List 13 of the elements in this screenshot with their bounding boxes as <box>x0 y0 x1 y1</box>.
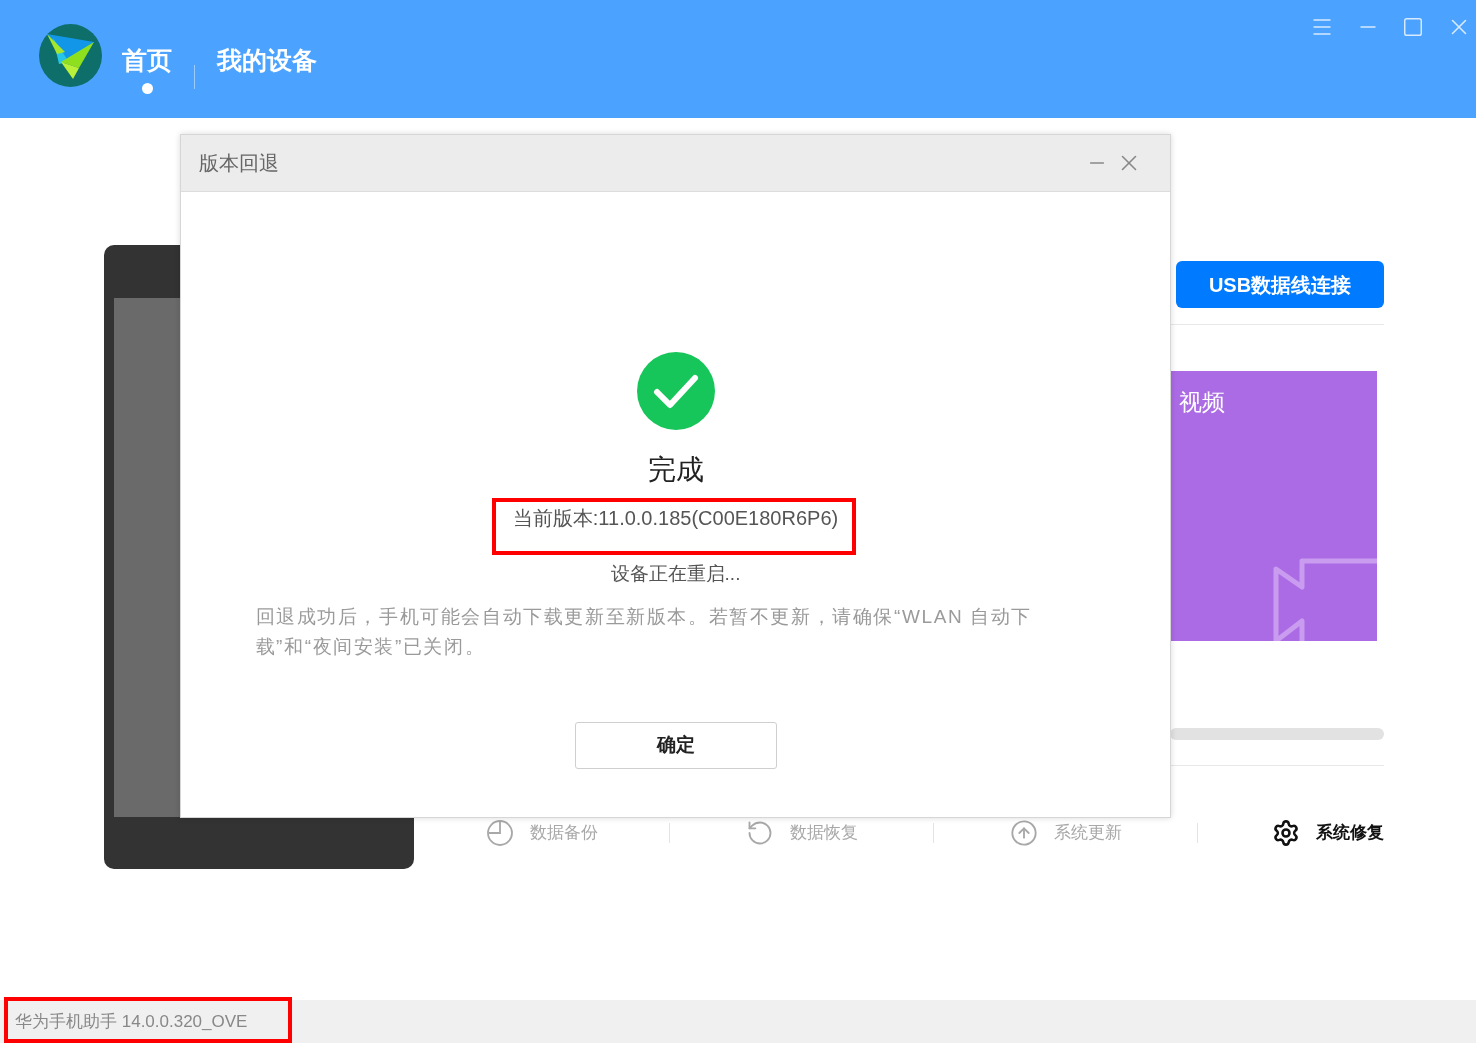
confirm-button[interactable]: 确定 <box>574 722 777 769</box>
dialog-title: 版本回退 <box>199 151 279 176</box>
video-card[interactable]: 视频 <box>1170 371 1377 641</box>
version-text: 当前版本:11.0.0.185(C00E180R6P6) <box>512 506 839 531</box>
usb-connect-button[interactable]: USB数据线连接 <box>1176 261 1384 308</box>
progress-text: 设备正在重启... <box>610 562 741 586</box>
status-bar-text: 华为手机助手 14.0.0.320_OVE <box>15 1010 248 1033</box>
card-title: 视频 <box>1179 388 1225 417</box>
toolbar-button[interactable]: 系统修复 <box>1272 819 1384 847</box>
nav-tab[interactable]: 首页 <box>122 43 172 94</box>
status-title: 完成 <box>647 453 704 487</box>
nav-tab[interactable]: 我的设备 <box>217 43 317 94</box>
notice-text: 回退成功后，手机可能会自动下载更新至新版本。若暂不更新，请确保“WLAN 自动下载”和“夜间安装”已关闭。 <box>255 605 1033 659</box>
